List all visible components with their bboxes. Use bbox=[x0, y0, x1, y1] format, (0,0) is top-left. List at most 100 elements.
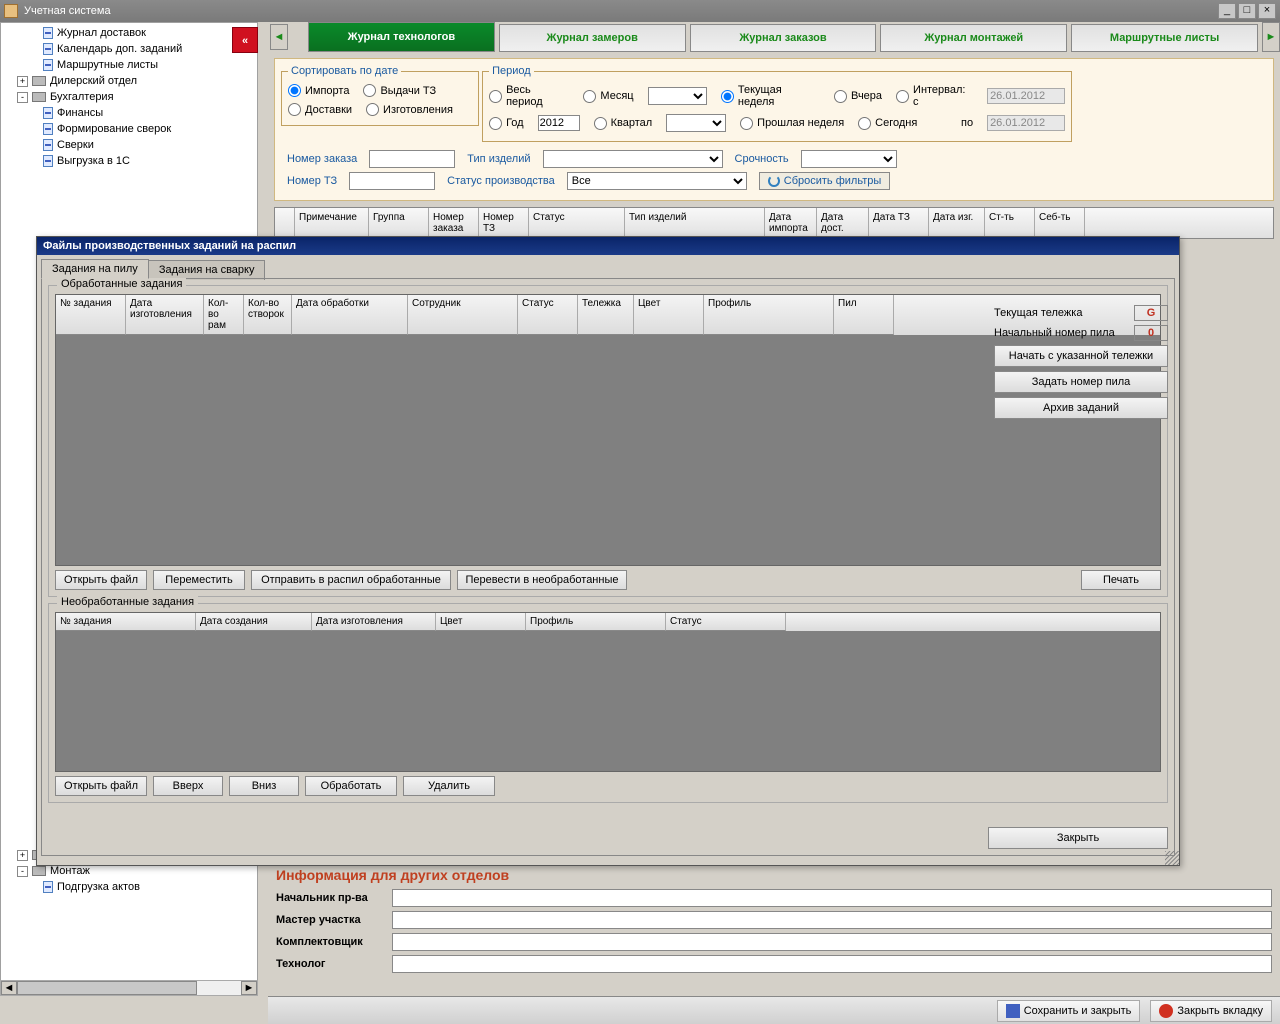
order-no-input[interactable] bbox=[369, 150, 455, 168]
radio-manufacture[interactable]: Изготовления bbox=[366, 103, 453, 116]
print-button[interactable]: Печать bbox=[1081, 570, 1161, 590]
grid-col[interactable]: Дата импорта bbox=[765, 208, 817, 238]
grid-col[interactable]: Пил bbox=[834, 295, 894, 335]
radio-yday[interactable]: Вчера bbox=[834, 90, 882, 103]
type-combo[interactable] bbox=[543, 150, 723, 168]
grid-col[interactable]: Тележка bbox=[578, 295, 634, 335]
date-to-input[interactable] bbox=[987, 115, 1065, 131]
grid-col[interactable]: Профиль bbox=[526, 613, 666, 631]
info-input[interactable] bbox=[392, 955, 1272, 973]
to-unprocessed-button[interactable]: Перевести в необработанные bbox=[457, 570, 627, 590]
grid-col[interactable]: № задания bbox=[56, 613, 196, 631]
tree-item[interactable]: Формирование сверок bbox=[13, 121, 257, 137]
tz-no-input[interactable] bbox=[349, 172, 435, 190]
year-input[interactable] bbox=[538, 115, 580, 131]
tree-item[interactable]: Сверки bbox=[13, 137, 257, 153]
grid-col[interactable]: Дата дост. bbox=[817, 208, 869, 238]
open-file-1-button[interactable]: Открыть файл bbox=[55, 570, 147, 590]
grid-col[interactable]: Тип изделий bbox=[625, 208, 765, 238]
radio-year[interactable]: Год bbox=[489, 117, 524, 130]
quarter-combo[interactable] bbox=[666, 114, 726, 132]
grid-col[interactable]: Цвет bbox=[634, 295, 704, 335]
down-button[interactable]: Вниз bbox=[229, 776, 299, 796]
grid-col[interactable]: Статус bbox=[529, 208, 625, 238]
radio-import[interactable]: Импорта bbox=[288, 84, 349, 97]
urgency-combo[interactable] bbox=[801, 150, 897, 168]
minimize-button[interactable]: _ bbox=[1218, 3, 1236, 19]
grid-col[interactable]: № задания bbox=[56, 295, 126, 335]
tree-item[interactable]: Выгрузка в 1С bbox=[13, 153, 257, 169]
grid-col[interactable]: Статус bbox=[518, 295, 578, 335]
grid-col[interactable]: Группа bbox=[369, 208, 429, 238]
main-tab[interactable]: Журнал технологов bbox=[308, 22, 495, 52]
tree-item[interactable]: Календарь доп. заданий bbox=[13, 41, 257, 57]
grid-col[interactable]: Профиль bbox=[704, 295, 834, 335]
grid-col[interactable]: Дата изготовления bbox=[126, 295, 204, 335]
radio-delivery[interactable]: Доставки bbox=[288, 103, 352, 116]
tree-item[interactable]: Маршрутные листы bbox=[13, 57, 257, 73]
tab-prev-button[interactable]: ◄ bbox=[270, 24, 288, 50]
grid-col[interactable]: Кол-во рам bbox=[204, 295, 244, 335]
info-input[interactable] bbox=[392, 889, 1272, 907]
radio-quarter[interactable]: Квартал bbox=[594, 117, 653, 130]
open-file-2-button[interactable]: Открыть файл bbox=[55, 776, 147, 796]
grid-col[interactable]: Номер ТЗ bbox=[479, 208, 529, 238]
main-tab[interactable]: Журнал замеров bbox=[499, 24, 686, 52]
start-cart-button[interactable]: Начать с указанной тележки bbox=[994, 345, 1168, 367]
reset-filters-button[interactable]: Сбросить фильтры bbox=[759, 172, 891, 190]
delete-button[interactable]: Удалить bbox=[403, 776, 495, 796]
send-to-saw-button[interactable]: Отправить в распил обработанные bbox=[251, 570, 451, 590]
radio-today[interactable]: Сегодня bbox=[858, 117, 917, 130]
grid-col[interactable]: Себ-ть bbox=[1035, 208, 1085, 238]
radio-cur-week[interactable]: Текущая неделя bbox=[721, 84, 820, 108]
archive-button[interactable]: Архив заданий bbox=[994, 397, 1168, 419]
tree-item[interactable]: Финансы bbox=[13, 105, 257, 121]
grid-col[interactable]: Статус bbox=[666, 613, 786, 631]
info-input[interactable] bbox=[392, 911, 1272, 929]
close-button[interactable]: × bbox=[1258, 3, 1276, 19]
main-tab[interactable]: Журнал заказов bbox=[690, 24, 877, 52]
up-button[interactable]: Вверх bbox=[153, 776, 223, 796]
grid-col[interactable]: Цвет bbox=[436, 613, 526, 631]
grid-col[interactable]: Ст-ть bbox=[985, 208, 1035, 238]
radio-month[interactable]: Месяц bbox=[583, 90, 633, 103]
tree-item[interactable]: -Бухгалтерия bbox=[13, 89, 257, 105]
grid-col[interactable]: Дата изготовления bbox=[312, 613, 436, 631]
maximize-button[interactable]: □ bbox=[1238, 3, 1256, 19]
radio-tz[interactable]: Выдачи ТЗ bbox=[363, 84, 436, 97]
info-input[interactable] bbox=[392, 933, 1272, 951]
grid-col[interactable]: Дата изг. bbox=[929, 208, 985, 238]
month-combo[interactable] bbox=[648, 87, 707, 105]
tree-item[interactable]: Журнал доставок bbox=[13, 25, 257, 41]
grid-col[interactable]: Дата создания bbox=[196, 613, 312, 631]
collapse-sidebar-button[interactable]: « bbox=[232, 27, 258, 53]
modal-close-button[interactable]: Закрыть bbox=[988, 827, 1168, 849]
date-from-input[interactable] bbox=[987, 88, 1065, 104]
move-button[interactable]: Переместить bbox=[153, 570, 245, 590]
tree-item[interactable]: Подгрузка актов bbox=[13, 879, 257, 895]
unprocessed-grid[interactable]: № заданияДата созданияДата изготовленияЦ… bbox=[55, 612, 1161, 772]
grid-col[interactable]: Дата обработки bbox=[292, 295, 408, 335]
grid-col[interactable]: Кол-во створок bbox=[244, 295, 292, 335]
tab-weld-jobs[interactable]: Задания на сварку bbox=[148, 260, 266, 280]
resize-grip[interactable] bbox=[1165, 851, 1179, 865]
sidebar-scrollbar[interactable]: ◄► bbox=[0, 980, 258, 996]
status-combo[interactable]: Все bbox=[567, 172, 747, 190]
radio-all-period[interactable]: Весь период bbox=[489, 84, 569, 108]
tab-next-button[interactable]: ► bbox=[1262, 22, 1280, 52]
main-tab[interactable]: Журнал монтажей bbox=[880, 24, 1067, 52]
grid-col[interactable]: Сотрудник bbox=[408, 295, 518, 335]
close-tab-button[interactable]: Закрыть вкладку bbox=[1150, 1000, 1272, 1022]
tab-saw-jobs[interactable]: Задания на пилу bbox=[41, 259, 149, 279]
grid-col[interactable]: Номер заказа bbox=[429, 208, 479, 238]
radio-interval[interactable]: Интервал: с bbox=[896, 84, 973, 108]
grid-col[interactable]: Примечание bbox=[295, 208, 369, 238]
set-saw-no-button[interactable]: Задать номер пила bbox=[994, 371, 1168, 393]
save-close-button[interactable]: Сохранить и закрыть bbox=[997, 1000, 1141, 1022]
grid-col[interactable] bbox=[275, 208, 295, 238]
radio-prev-week[interactable]: Прошлая неделя bbox=[740, 117, 844, 130]
main-tab[interactable]: Маршрутные листы bbox=[1071, 24, 1258, 52]
grid-col[interactable]: Дата ТЗ bbox=[869, 208, 929, 238]
process-button[interactable]: Обработать bbox=[305, 776, 397, 796]
tree-item[interactable]: +Дилерский отдел bbox=[13, 73, 257, 89]
